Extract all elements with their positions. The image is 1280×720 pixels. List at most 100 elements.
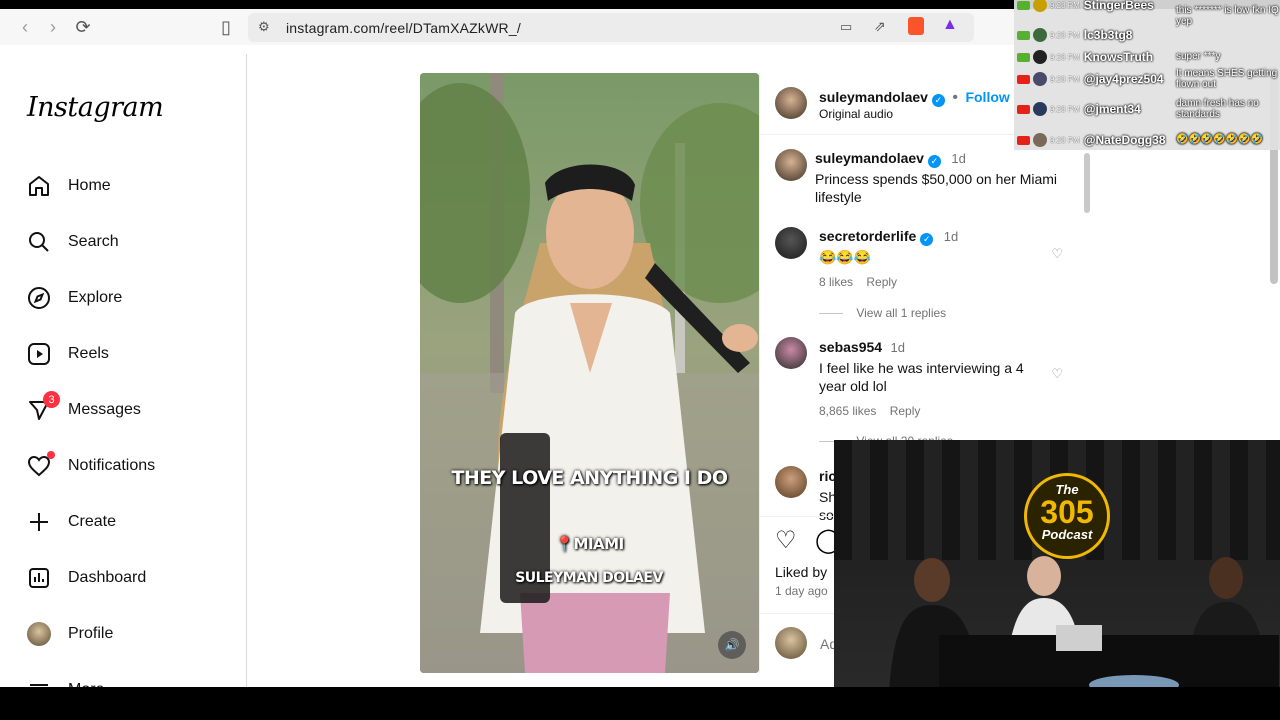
site-settings-icon[interactable]: ⚙ bbox=[258, 19, 270, 35]
instagram-sidebar: Instagram Home Search Explore Reels 3 Me… bbox=[2, 54, 247, 698]
chat-username: @NateDogg38 bbox=[1083, 133, 1166, 147]
back-icon[interactable]: ‹ bbox=[11, 13, 39, 41]
notification-dot bbox=[47, 451, 55, 459]
chat-time: 9:28 PM bbox=[1050, 74, 1080, 84]
chat-username: lc3b3tg8 bbox=[1083, 28, 1133, 42]
chat-message: 9:28 PM KnowsTruth super ***y bbox=[1014, 47, 1280, 67]
chat-time: 9:28 PM bbox=[1050, 30, 1080, 40]
brave-shield-icon[interactable] bbox=[908, 17, 924, 35]
sidebar-item-reels[interactable]: Reels bbox=[26, 334, 109, 374]
messages-badge: 3 bbox=[43, 391, 60, 408]
forward-icon[interactable]: › bbox=[39, 13, 67, 41]
video-credit: SULEYMAN DOLAEV bbox=[515, 570, 663, 586]
chat-avatar bbox=[1033, 28, 1047, 42]
reply-button[interactable]: Reply bbox=[890, 404, 921, 418]
caption-avatar[interactable] bbox=[775, 149, 807, 181]
chat-time: 9:28 PM bbox=[1050, 104, 1080, 114]
verified-icon: ✓ bbox=[927, 155, 941, 168]
verified-icon: ✓ bbox=[931, 94, 945, 107]
comment-text: I feel like he was interviewing a 4 year… bbox=[819, 360, 1024, 394]
sidebar-item-label: Reels bbox=[68, 345, 109, 362]
address-bar[interactable]: ⚙ instagram.com/reel/DTamXAZkWR_/ ▭ ⇗ ▲ bbox=[248, 13, 974, 42]
comment-username[interactable]: secretorderlife bbox=[819, 228, 916, 244]
youtube-icon bbox=[1017, 74, 1030, 84]
view-replies-button[interactable]: View all 1 replies bbox=[856, 306, 946, 320]
chat-avatar bbox=[1033, 0, 1047, 12]
audio-label[interactable]: Original audio bbox=[819, 107, 893, 121]
brave-rewards-icon[interactable]: ▲ bbox=[942, 16, 958, 34]
comment-like-icon[interactable]: ♡ bbox=[1051, 246, 1063, 262]
url-text: instagram.com/reel/DTamXAZkWR_/ bbox=[286, 19, 521, 36]
stream-chat-overlay: 9:28 PM StingerBees 9:28 PM lc3b3tg8 thi… bbox=[1014, 0, 1280, 150]
sidebar-item-label: Messages bbox=[68, 401, 141, 418]
reload-icon[interactable]: ⟳ bbox=[69, 13, 97, 41]
rumble-icon bbox=[1017, 52, 1030, 62]
chat-message: 9:28 PM @jay4prez504 It means SHES getti… bbox=[1014, 68, 1280, 90]
comments-scrollbar[interactable] bbox=[1084, 153, 1090, 213]
comment-likes[interactable]: 8 likes bbox=[819, 275, 853, 289]
comment-time: 1d bbox=[890, 340, 905, 355]
plus-icon bbox=[26, 509, 52, 535]
caption-username[interactable]: suleymandolaev bbox=[815, 150, 924, 166]
author-avatar[interactable] bbox=[775, 87, 807, 119]
video-caption: THEY LOVE ANYTHING I DO bbox=[451, 467, 728, 489]
author-username[interactable]: suleymandolaev bbox=[819, 89, 928, 105]
chat-username: @jment34 bbox=[1083, 102, 1141, 116]
chat-time: 9:28 PM bbox=[1050, 135, 1080, 145]
chat-username: KnowsTruth bbox=[1083, 50, 1154, 64]
compass-icon bbox=[26, 285, 52, 311]
podcast-hosts-scene bbox=[889, 556, 1279, 692]
sidebar-item-label: Explore bbox=[68, 289, 123, 306]
share-icon[interactable]: ⇗ bbox=[874, 18, 886, 35]
sidebar-item-label: Notifications bbox=[68, 457, 156, 474]
chat-avatar bbox=[1033, 50, 1047, 64]
volume-icon[interactable]: 🔊 bbox=[718, 631, 746, 659]
sidebar-item-explore[interactable]: Explore bbox=[26, 278, 122, 318]
caption-text: Princess spends $50,000 on her Miami lif… bbox=[815, 171, 1058, 205]
comment-username[interactable]: sebas954 bbox=[819, 339, 882, 355]
reel-video[interactable]: THEY LOVE ANYTHING I DO 📍MIAMI SULEYMAN … bbox=[420, 73, 759, 673]
chat-text: damn fresh has no standards bbox=[1176, 98, 1259, 120]
chat-text: 🤣🤣🤣🤣🤣🤣🤣 bbox=[1176, 134, 1264, 145]
chat-time: 9:28 PM bbox=[1050, 52, 1080, 62]
reply-button[interactable]: Reply bbox=[866, 275, 897, 289]
comment-avatar[interactable] bbox=[775, 466, 807, 498]
chat-username: StingerBees bbox=[1083, 0, 1154, 12]
chat-text: super ***y bbox=[1176, 51, 1221, 62]
chat-message: 9:28 PM @NateDogg38 🤣🤣🤣🤣🤣🤣🤣 bbox=[1014, 130, 1280, 150]
sidebar-item-notifications[interactable]: Notifications bbox=[26, 446, 155, 486]
cast-icon[interactable]: ▭ bbox=[840, 19, 852, 35]
youtube-icon bbox=[1017, 135, 1030, 145]
bookmark-icon[interactable]: ▯ bbox=[212, 13, 240, 41]
rumble-icon bbox=[1017, 30, 1030, 40]
sidebar-item-label: Dashboard bbox=[68, 569, 147, 586]
comment-likes[interactable]: 8,865 likes bbox=[819, 404, 876, 418]
sidebar-item-dashboard[interactable]: Dashboard bbox=[26, 558, 146, 598]
chat-avatar bbox=[1033, 72, 1047, 86]
liked-by-text[interactable]: Liked by bbox=[775, 564, 827, 580]
chat-avatar bbox=[1033, 102, 1047, 116]
home-icon bbox=[26, 173, 52, 199]
bottom-black-bar bbox=[0, 687, 1280, 720]
search-icon bbox=[26, 229, 52, 255]
video-location: 📍MIAMI bbox=[555, 535, 624, 553]
sidebar-item-search[interactable]: Search bbox=[26, 222, 119, 262]
sidebar-item-profile[interactable]: Profile bbox=[26, 614, 113, 654]
chat-message: 9:28 PM lc3b3tg8 this ******* is low fkn… bbox=[1014, 5, 1280, 45]
chat-avatar bbox=[1033, 133, 1047, 147]
dashboard-icon bbox=[26, 565, 52, 591]
comment-avatar[interactable] bbox=[775, 337, 807, 369]
sidebar-item-home[interactable]: Home bbox=[26, 166, 111, 206]
follow-button[interactable]: Follow bbox=[965, 89, 1009, 105]
comment-avatar[interactable] bbox=[775, 227, 807, 259]
like-icon[interactable]: ♡ bbox=[775, 529, 797, 553]
comment-like-icon[interactable]: ♡ bbox=[1051, 366, 1063, 382]
rumble-icon bbox=[1017, 0, 1030, 10]
chat-message: 9:28 PM @jment34 damn fresh has no stand… bbox=[1014, 98, 1280, 120]
sidebar-item-label: Search bbox=[68, 233, 119, 250]
chat-time: 9:28 PM bbox=[1050, 0, 1080, 10]
sidebar-item-create[interactable]: Create bbox=[26, 502, 116, 542]
sidebar-item-label: Profile bbox=[68, 625, 114, 642]
instagram-logo[interactable]: Instagram bbox=[27, 92, 164, 123]
sidebar-item-messages[interactable]: 3 Messages bbox=[26, 390, 141, 430]
